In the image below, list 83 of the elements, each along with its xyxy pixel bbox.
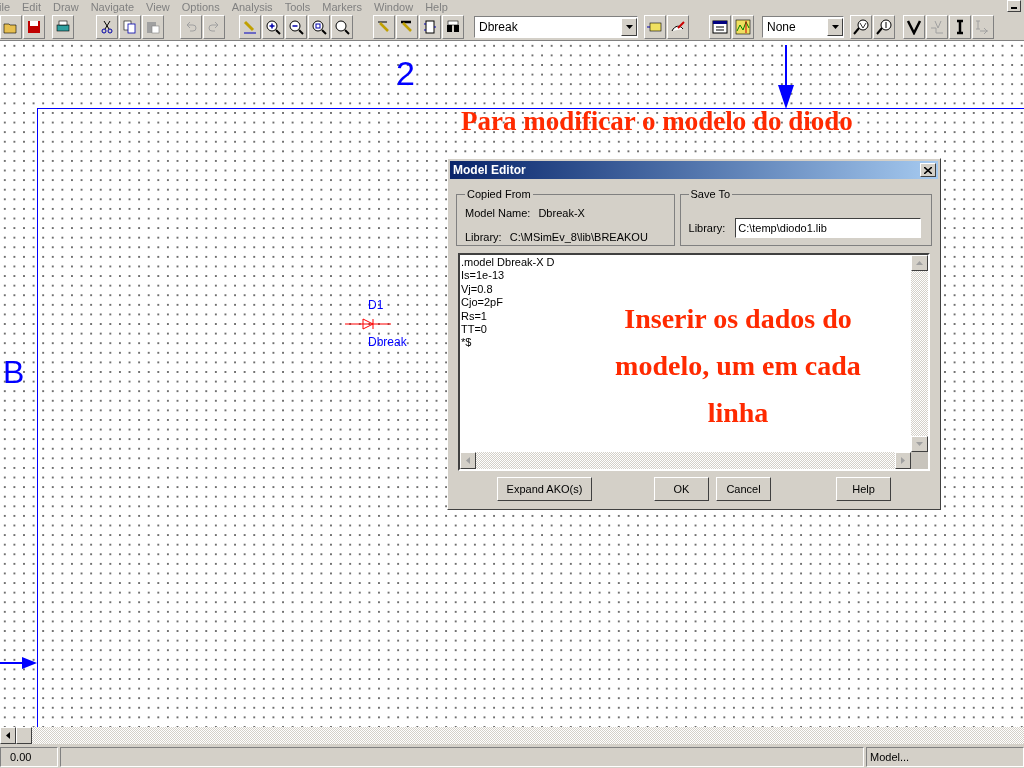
scroll-left-icon[interactable] <box>460 452 476 469</box>
undo-icon[interactable] <box>180 14 202 39</box>
horizontal-scrollbar[interactable] <box>460 452 911 469</box>
edit-symbol-icon[interactable] <box>667 14 689 39</box>
zoom-out-icon[interactable] <box>285 14 307 39</box>
redo-icon[interactable] <box>203 14 225 39</box>
part-reference: D1 <box>368 297 384 314</box>
scroll-up-icon[interactable] <box>911 255 928 271</box>
current-marker-icon[interactable] <box>949 14 971 39</box>
menu-item[interactable]: Edit <box>22 2 41 13</box>
print-icon[interactable] <box>52 14 74 39</box>
menu-item[interactable]: Options <box>181 2 220 13</box>
minimize-icon[interactable] <box>1007 0 1021 12</box>
scroll-left-icon[interactable] <box>0 727 16 744</box>
voltage-differential-icon[interactable] <box>926 14 948 39</box>
model-text-line: Is=1e-13 <box>461 269 505 283</box>
diode-symbol <box>345 318 391 330</box>
zoom-in-icon[interactable] <box>262 14 284 39</box>
library-field[interactable]: C:\temp\diodo1.lib <box>735 217 922 238</box>
menu-item[interactable]: Draw <box>53 2 79 13</box>
scroll-right-icon[interactable] <box>895 452 911 469</box>
model-text-line: Vj=0.8 <box>461 282 493 297</box>
dialog-title: Model Editor <box>453 162 527 179</box>
menu-item[interactable]: ile <box>0 2 10 13</box>
down-arrow <box>776 45 796 109</box>
current-into-pin-icon[interactable] <box>972 14 994 39</box>
dialog-button[interactable]: Cancel <box>716 477 771 501</box>
menu-item[interactable]: Tools <box>284 2 311 13</box>
model-text-line: TT=0 <box>461 323 487 337</box>
group-legend: Save To <box>688 186 733 203</box>
bus-pencil-icon[interactable] <box>396 14 418 39</box>
open-folder-icon[interactable] <box>0 14 22 39</box>
dialog-button[interactable]: Help <box>836 477 891 501</box>
menu-item[interactable]: Markers <box>322 2 363 13</box>
dialog-button[interactable]: OK <box>654 477 709 501</box>
voltage-marker-icon[interactable] <box>903 14 925 39</box>
scrollbar-corner <box>911 452 928 469</box>
part-tag-icon[interactable] <box>644 14 666 39</box>
part-combo[interactable]: Dbreak <box>474 15 638 38</box>
library-label: Library: <box>465 230 502 245</box>
right-arrow <box>0 657 37 669</box>
close-button[interactable] <box>920 163 936 177</box>
scroll-down-icon[interactable] <box>911 436 928 452</box>
menu-item[interactable]: Help <box>425 2 448 13</box>
menu-item[interactable]: Window <box>374 2 414 13</box>
pencil-icon[interactable] <box>239 14 261 39</box>
block-icon[interactable] <box>419 14 441 39</box>
horizontal-scrollbar[interactable] <box>0 727 1024 744</box>
menu-item[interactable]: Navigate <box>90 2 135 13</box>
magnifier-icon[interactable] <box>331 14 353 39</box>
page-number: 2 <box>396 56 415 90</box>
window-list-icon[interactable] <box>709 14 731 39</box>
library-label: Library: <box>688 220 726 236</box>
model-text-line: Rs=1 <box>461 309 487 324</box>
annotation: Para modificar o modelo do diodo <box>461 105 853 137</box>
vertical-scrollbar[interactable] <box>911 255 928 469</box>
paste-icon[interactable] <box>142 14 164 39</box>
model-text-line: Cjo=2pF <box>461 296 503 310</box>
library-path: C:\MSimEv_8\lib\BREAKOU <box>509 230 648 245</box>
waveform-plot-icon[interactable] <box>732 14 754 39</box>
cut-icon[interactable] <box>96 14 118 39</box>
wire-pencil-icon[interactable] <box>373 14 395 39</box>
model-name-label: Model Name: <box>465 205 531 221</box>
annotation: Inserir os dados do modelo, um em cada linha <box>614 302 862 430</box>
model-text-line: .model Dbreak-X D <box>461 256 555 270</box>
menu-item[interactable]: Analysis <box>231 2 273 13</box>
zoom-area-icon[interactable] <box>308 14 330 39</box>
menu-item[interactable]: View <box>146 2 170 13</box>
model-text-line: *$ <box>461 336 472 350</box>
group-legend: Copied From <box>465 186 533 203</box>
dialog-button[interactable]: Expand AKO(s) <box>497 477 592 501</box>
close-icon <box>924 166 932 174</box>
border-label: B <box>3 356 25 388</box>
part-model: Dbreak <box>368 334 407 351</box>
scroll-thumb[interactable] <box>16 727 32 744</box>
coordinates: 0.00 <box>0 747 58 767</box>
status-message: Model... <box>866 747 1024 767</box>
probe-combo[interactable]: None <box>762 15 844 38</box>
save-icon[interactable] <box>23 14 45 39</box>
current-probe-icon[interactable] <box>873 14 895 39</box>
model-name-value: Dbreak-X <box>538 205 585 221</box>
copy-icon[interactable] <box>119 14 141 39</box>
voltage-probe-icon[interactable] <box>850 14 872 39</box>
